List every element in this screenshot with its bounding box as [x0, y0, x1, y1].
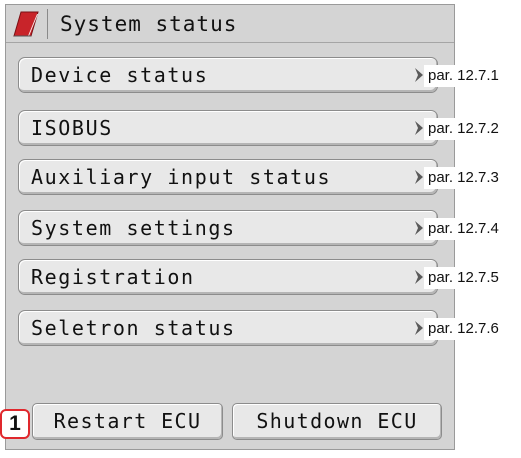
system-status-panel: System status Device status ISOBUS Auxil… [5, 4, 455, 450]
paragraph-reference: par. 12.7.5 [424, 267, 521, 289]
paragraph-reference: par. 12.7.4 [424, 218, 521, 240]
menu-item-label: ISOBUS [31, 116, 113, 140]
isobus-button[interactable]: ISOBUS [18, 110, 438, 146]
title-separator [47, 9, 48, 39]
title-bar: System status [6, 5, 454, 43]
menu-item-label: Seletron status [31, 316, 236, 340]
menu-item-label: Device status [31, 63, 209, 87]
paragraph-reference: par. 12.7.2 [424, 118, 521, 140]
chevron-right-icon [415, 321, 423, 335]
seletron-status-button[interactable]: Seletron status [18, 310, 438, 346]
chevron-right-icon [415, 68, 423, 82]
brand-logo-icon [13, 11, 39, 37]
paragraph-reference: par. 12.7.6 [424, 318, 521, 340]
menu-item-label: System settings [31, 216, 236, 240]
restart-ecu-button[interactable]: Restart ECU [32, 403, 223, 440]
paragraph-reference: par. 12.7.3 [424, 167, 521, 189]
menu-item-label: Registration [31, 265, 195, 289]
callout-badge: 1 [0, 409, 30, 439]
paragraph-reference: par. 12.7.1 [424, 65, 521, 87]
chevron-right-icon [415, 270, 423, 284]
shutdown-ecu-button[interactable]: Shutdown ECU [232, 403, 442, 440]
chevron-right-icon [415, 170, 423, 184]
registration-button[interactable]: Registration [18, 259, 438, 295]
system-settings-button[interactable]: System settings [18, 210, 438, 246]
chevron-right-icon [415, 121, 423, 135]
device-status-button[interactable]: Device status [18, 57, 438, 93]
page-title: System status [60, 12, 238, 36]
screen: System status Device status ISOBUS Auxil… [0, 0, 521, 458]
menu-item-label: Auxiliary input status [31, 165, 332, 189]
auxiliary-input-status-button[interactable]: Auxiliary input status [18, 159, 438, 195]
chevron-right-icon [415, 221, 423, 235]
